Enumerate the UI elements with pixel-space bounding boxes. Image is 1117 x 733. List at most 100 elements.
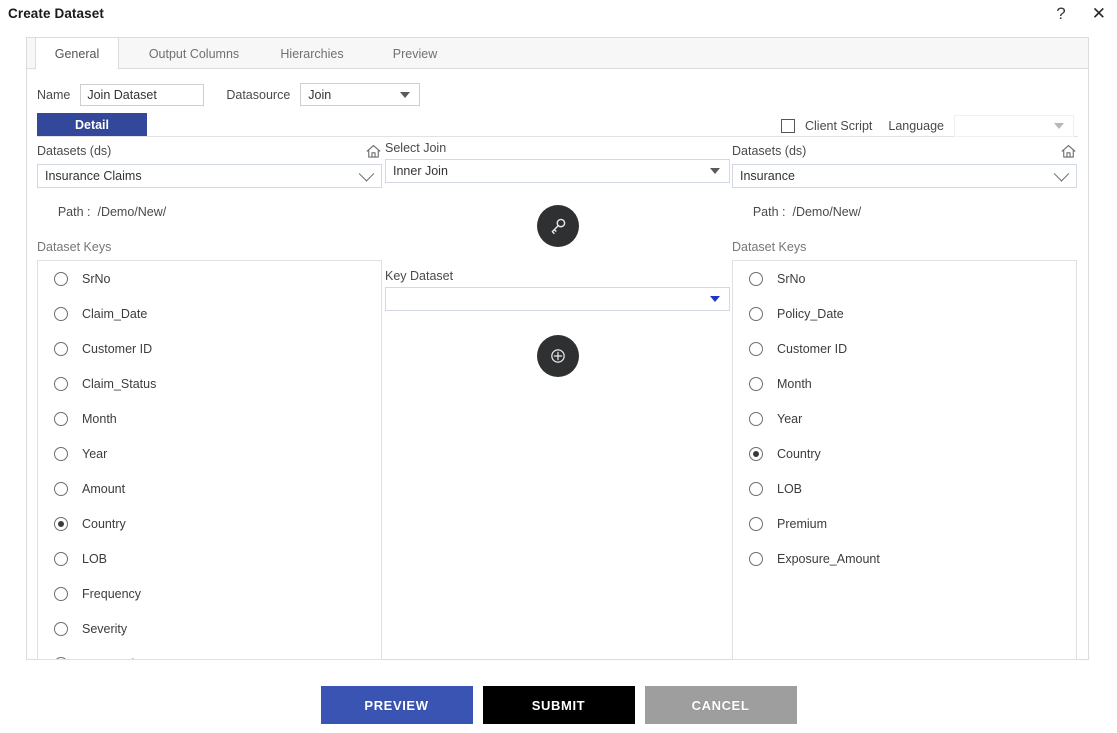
key-list-item[interactable]: Severity <box>38 611 381 646</box>
key-dataset-label: Key Dataset <box>385 269 454 283</box>
key-list-item-label: Month <box>777 376 812 391</box>
tab-output-columns[interactable]: Output Columns <box>139 38 249 69</box>
key-list-item-label: Year <box>777 411 803 426</box>
datasource-value: Join <box>308 87 332 102</box>
tab-hierarchies[interactable]: Hierarchies <box>267 38 357 69</box>
key-dataset-dropdown[interactable] <box>385 287 730 311</box>
left-path-value: /Demo/New/ <box>97 205 167 219</box>
key-list-item[interactable]: Exposure_Amount <box>733 541 1076 576</box>
key-list-item[interactable]: LOB <box>38 541 381 576</box>
key-icon-button[interactable] <box>536 205 579 247</box>
tab-bar: General Output Columns Hierarchies Previ… <box>27 38 1088 70</box>
left-dataset-value: Insurance Claims <box>45 169 142 183</box>
right-keys-list[interactable]: SrNo Policy_Date Customer ID Month Year Count… <box>732 260 1077 660</box>
key-icon <box>548 216 568 236</box>
name-label: Name <box>37 87 71 102</box>
home-icon[interactable] <box>365 143 382 160</box>
key-list-item-label: Customer ID <box>82 341 153 356</box>
titlebar-icon-group: ? ✕ <box>1051 3 1111 24</box>
language-select[interactable] <box>954 115 1074 137</box>
left-dataset-select[interactable]: Insurance Claims <box>37 164 382 188</box>
right-path: Path : /Demo/New/ <box>732 191 1077 233</box>
key-list-item[interactable]: Claim_Date <box>38 296 381 331</box>
radio-button[interactable] <box>749 481 763 496</box>
right-dataset-panel: Datasets (ds) Insurance Path : /Demo/New… <box>732 141 1077 660</box>
radio-button-selected[interactable] <box>749 446 763 461</box>
radio-button[interactable] <box>54 376 68 391</box>
radio-button[interactable] <box>54 271 68 286</box>
select-join-label: Select Join <box>385 141 447 155</box>
key-list-item[interactable]: Customer ID <box>733 331 1076 366</box>
radio-button[interactable] <box>749 271 763 286</box>
tab-general[interactable]: General <box>35 38 119 70</box>
client-script-controls: Client Script Language <box>780 115 1074 137</box>
cancel-button[interactable]: CANCEL <box>644 686 797 724</box>
key-list-item[interactable]: Loss Ratio <box>38 646 381 660</box>
name-input[interactable] <box>80 83 205 106</box>
key-list-item[interactable]: Frequency <box>38 576 381 611</box>
submit-button[interactable]: SUBMIT <box>482 686 635 724</box>
right-path-value: /Demo/New/ <box>792 205 862 219</box>
key-list-item[interactable]: Customer ID <box>38 331 381 366</box>
radio-button[interactable] <box>749 341 763 356</box>
radio-button[interactable] <box>749 551 763 566</box>
radio-button[interactable] <box>54 341 68 356</box>
chevron-down-icon <box>710 168 720 174</box>
key-list-item[interactable]: Year <box>38 436 381 471</box>
key-list-item[interactable]: Country <box>38 506 381 541</box>
key-list-item-label: Year <box>82 446 108 461</box>
radio-button[interactable] <box>54 411 68 426</box>
radio-button[interactable] <box>749 516 763 531</box>
radio-button[interactable] <box>54 551 68 566</box>
key-list-item[interactable]: SrNo <box>38 261 381 296</box>
key-list-item-label: Premium <box>777 516 828 531</box>
radio-button[interactable] <box>54 481 68 496</box>
left-keys-list[interactable]: SrNo Claim_Date Customer ID Claim_Status Mon… <box>37 260 382 660</box>
key-list-item-label: SrNo <box>82 271 111 286</box>
key-list-item[interactable]: Country <box>733 436 1076 471</box>
client-script-label[interactable]: Client Script <box>805 119 872 133</box>
key-list-item-label: Frequency <box>82 586 142 601</box>
key-list-item-label: Loss Ratio <box>82 657 141 660</box>
add-join-button[interactable] <box>536 335 579 377</box>
radio-button[interactable] <box>54 586 68 601</box>
right-keys-label: Dataset Keys <box>732 240 807 254</box>
key-list-item[interactable]: Amount <box>38 471 381 506</box>
key-list-item[interactable]: Year <box>733 401 1076 436</box>
radio-button-selected[interactable] <box>54 516 68 531</box>
radio-button[interactable] <box>749 376 763 391</box>
chevron-down-icon <box>400 91 411 98</box>
key-list-item[interactable]: Month <box>733 366 1076 401</box>
right-dataset-select[interactable]: Insurance <box>732 164 1077 188</box>
left-dataset-panel: Datasets (ds) Insurance Claims Path : /D… <box>37 141 382 660</box>
close-icon[interactable]: ✕ <box>1087 3 1111 24</box>
tab-preview[interactable]: Preview <box>375 38 455 69</box>
radio-button[interactable] <box>54 446 68 461</box>
right-panel-header: Datasets (ds) <box>732 141 1077 161</box>
help-icon[interactable]: ? <box>1051 3 1070 24</box>
left-panel-header: Datasets (ds) <box>37 141 382 161</box>
key-list-item[interactable]: LOB <box>733 471 1076 506</box>
datasource-label: Datasource <box>226 87 291 102</box>
key-list-item[interactable]: Claim_Status <box>38 366 381 401</box>
key-list-item-label: LOB <box>82 551 108 566</box>
language-label: Language <box>888 119 944 133</box>
key-list-item-label: Country <box>777 446 821 461</box>
key-list-item[interactable]: Month <box>38 401 381 436</box>
home-icon[interactable] <box>1060 143 1077 160</box>
key-list-item[interactable]: Premium <box>733 506 1076 541</box>
select-join-dropdown[interactable]: Inner Join <box>385 159 730 183</box>
radio-button[interactable] <box>749 306 763 321</box>
right-dataset-value: Insurance <box>740 169 795 183</box>
preview-button[interactable]: PREVIEW <box>320 686 473 724</box>
client-script-checkbox[interactable] <box>780 119 795 133</box>
left-datasets-label: Datasets (ds) <box>37 144 112 158</box>
detail-tab[interactable]: Detail <box>37 113 147 136</box>
radio-button[interactable] <box>54 621 68 636</box>
datasource-select[interactable]: Join <box>300 83 421 106</box>
radio-button[interactable] <box>54 656 68 659</box>
key-list-item[interactable]: Policy_Date <box>733 296 1076 331</box>
radio-button[interactable] <box>749 411 763 426</box>
key-list-item[interactable]: SrNo <box>733 261 1076 296</box>
radio-button[interactable] <box>54 306 68 321</box>
